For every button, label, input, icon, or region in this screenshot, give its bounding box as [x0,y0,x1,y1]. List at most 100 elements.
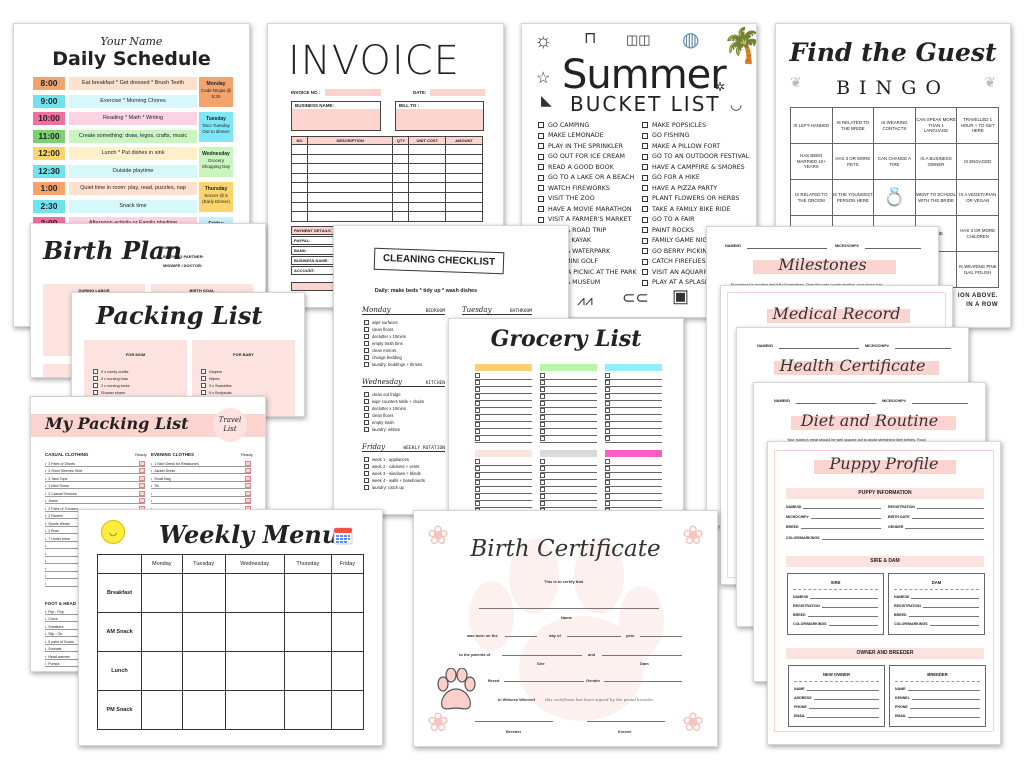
checkbox[interactable] [364,413,369,418]
bucket-list-item[interactable]: HAVE A PIZZA PARTY [642,183,749,194]
breed-line[interactable] [504,681,584,682]
invoice-cell[interactable] [392,182,410,193]
checkbox[interactable] [364,341,369,346]
bingo-cell[interactable]: IS THE YOUNGEST PERSON HERE [831,179,875,216]
bingo-cell[interactable]: CAN CHANGE A TIRE [873,143,916,180]
menu-cell[interactable] [283,690,332,730]
grocery-line[interactable] [540,373,597,380]
invoice-cell[interactable] [291,163,308,174]
form-field[interactable]: EMAIL [794,714,879,718]
bingo-cell[interactable]: CAN SPEAK MORE THAN 1 LANGUAGE [914,107,958,144]
ring-icon[interactable]: 💍 [873,179,916,216]
microchip-line[interactable] [912,403,968,404]
checkbox[interactable] [201,390,206,395]
task-item[interactable]: week 3 - windows + blinds [364,470,425,477]
form-field[interactable]: REGISTRATION [894,604,979,608]
checkbox[interactable] [642,174,648,181]
bingo-cell[interactable]: IS A BUSINESS OWNER [914,143,958,180]
grocery-line[interactable] [540,459,597,466]
checkbox[interactable] [538,153,544,160]
invoice-cell[interactable] [392,144,410,155]
packing-item[interactable]: 2 x nursing bras [84,375,187,382]
field-line[interactable] [916,505,984,509]
menu-cell[interactable] [330,651,365,691]
checkbox[interactable] [364,320,369,325]
bucket-list-item[interactable]: TAKE A FAMILY BIKE RIDE [642,204,749,215]
birth-certificate-sheet[interactable]: ❀ ❀ ❀ ❀ Birth Certificate This is to cer… [413,510,718,747]
menu-cell[interactable] [224,690,285,730]
form-field[interactable]: NAME/ID [786,505,881,509]
task-item[interactable]: clean mirrors [364,347,422,354]
grocery-line[interactable] [475,487,532,494]
form-field[interactable]: REGISTRATION [793,604,878,608]
checkbox[interactable] [642,206,648,213]
invoice-cell[interactable] [306,211,394,222]
name-id-line[interactable] [779,348,859,349]
form-field[interactable]: MICROCHIP# [786,515,881,519]
packing-item[interactable]: 5 x comfy outfits [84,368,187,375]
bingo-cell[interactable]: IS A VEGETARIAN OR VEGAN [956,179,999,216]
invoice-cell[interactable] [408,182,447,193]
bill-to-field[interactable] [396,109,483,130]
checkbox[interactable] [642,132,648,139]
name-id-line[interactable] [796,403,876,404]
bingo-cell[interactable]: HAS BEEN MARRIED 10+ YEARS [790,143,833,180]
invoice-cell[interactable] [445,191,483,203]
grocery-line[interactable] [540,380,597,387]
form-field[interactable]: NAME [895,687,980,691]
grocery-line[interactable] [475,480,532,487]
bingo-cell[interactable]: IS RELATED TO THE BRIDE [831,107,875,144]
grocery-line[interactable] [605,401,662,408]
checkbox[interactable] [642,143,648,150]
form-field[interactable]: KENNEL [895,696,980,700]
bill-to-box[interactable]: BILL TO : [395,101,484,131]
task-item[interactable]: empty trash [364,419,424,426]
form-field[interactable]: ADDRESS [794,696,879,700]
field-line[interactable] [911,696,980,700]
task-item[interactable]: wipe surfaces [364,319,422,326]
packing-item[interactable]: 3 x Swaddles [192,382,295,389]
task-item[interactable]: laundry: beddings + throws [364,361,422,368]
year-line[interactable] [640,636,682,637]
bingo-cell[interactable]: IS WEARING PINK NAIL POLISH [956,251,999,288]
bingo-cell[interactable]: HAS 3 OR MORE CHILDREN [956,215,999,252]
grocery-line[interactable] [540,401,597,408]
bingo-cell[interactable]: TRAVELLED 1 HOUR + TO GET HERE [956,107,999,144]
grocery-line[interactable] [475,501,532,508]
grocery-line[interactable] [540,487,597,494]
checkbox[interactable] [201,369,206,374]
invoice-cell[interactable] [392,163,410,174]
checkbox[interactable] [642,227,648,234]
grocery-line[interactable] [540,415,597,422]
invoice-cell[interactable] [445,172,483,184]
grocery-line[interactable] [605,459,662,466]
checkbox[interactable] [642,237,648,244]
menu-cell[interactable] [224,573,285,613]
gender-line[interactable] [604,681,682,682]
grocery-line[interactable] [475,436,532,443]
packing-item[interactable]: • [151,497,251,504]
field-line[interactable] [806,687,879,691]
checkbox[interactable] [364,420,369,425]
grocery-line[interactable] [475,459,532,466]
grocery-line[interactable] [605,466,662,473]
grocery-line[interactable] [475,394,532,401]
checkbox[interactable] [642,195,648,202]
invoice-cell[interactable] [408,191,447,203]
menu-cell[interactable] [181,573,226,613]
checkbox[interactable] [201,376,206,381]
grocery-line[interactable] [605,387,662,394]
grocery-line[interactable] [605,380,662,387]
grocery-line[interactable] [540,394,597,401]
menu-cell[interactable] [283,651,332,691]
task-item[interactable]: week 4 - walls + baseboards [364,477,425,484]
checkbox[interactable] [364,362,369,367]
checkbox[interactable] [93,369,98,374]
invoice-no-field[interactable] [325,89,381,96]
menu-cell[interactable] [330,612,365,652]
invoice-cell[interactable] [306,182,394,193]
grocery-line[interactable] [540,387,597,394]
checkbox[interactable] [538,185,544,192]
microchip-line[interactable] [895,348,951,349]
grocery-line[interactable] [540,429,597,436]
